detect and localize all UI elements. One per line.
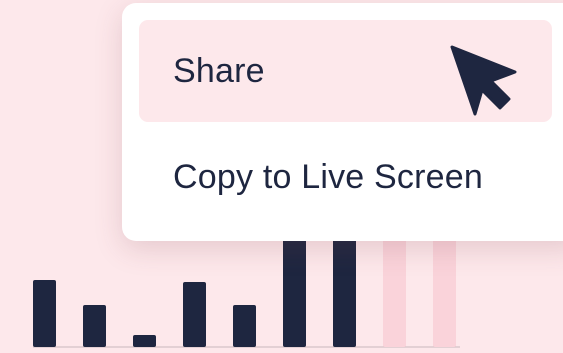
chart-bar [383,227,406,347]
chart-bar [83,305,106,347]
menu-item-copy-label: Copy to Live Screen [173,157,483,196]
chart-bar [183,282,206,347]
menu-item-share-label: Share [173,51,265,90]
chart-bar [33,280,56,347]
menu-item-copy-to-live-screen[interactable]: Copy to Live Screen [139,126,552,228]
chart-bar [433,227,456,347]
chart-bars [33,227,456,347]
chart-bar [333,227,356,347]
chart-bar [133,335,156,347]
chart-bar [233,305,256,347]
chart-bar [283,227,306,347]
arrow-cursor-icon [450,45,517,116]
context-menu: Share Copy to Live Screen [122,3,563,241]
